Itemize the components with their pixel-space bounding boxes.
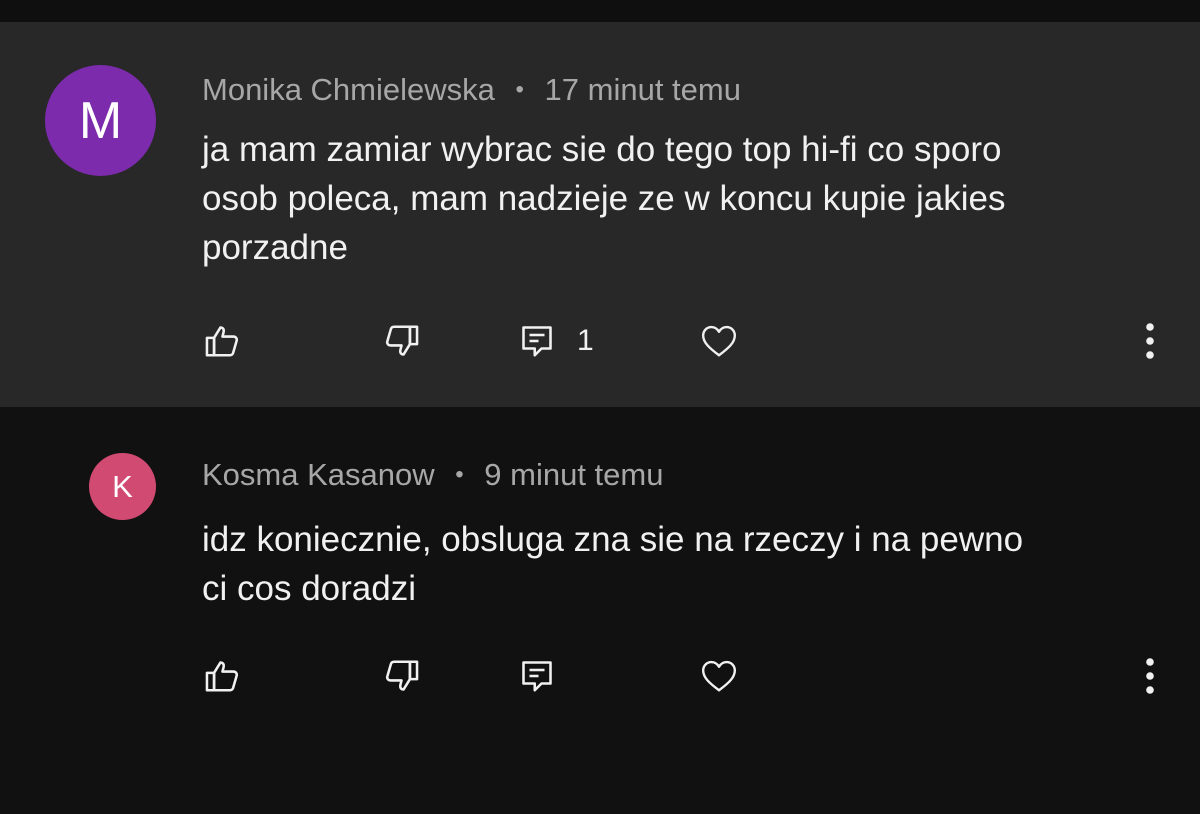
comments-page: M Monika Chmielewska • 17 minut temu ja … <box>0 0 1200 814</box>
heart-icon <box>701 660 737 692</box>
comment-actions: 1 <box>0 316 1200 366</box>
author-name[interactable]: Kosma Kasanow <box>202 457 435 492</box>
avatar-letter: M <box>78 91 123 150</box>
reply-button[interactable] <box>519 651 555 701</box>
top-strip <box>0 0 1200 22</box>
avatar[interactable]: M <box>45 65 156 176</box>
more-options-button[interactable] <box>1136 316 1164 366</box>
dislike-button[interactable] <box>383 651 421 701</box>
meta-separator: • <box>455 461 464 488</box>
avatar-letter: K <box>112 468 133 504</box>
comment-time: 17 minut temu <box>544 72 741 107</box>
comment-text: ja mam zamiar wybrac sie do tego top hi-… <box>202 130 1006 267</box>
like-button[interactable] <box>203 651 241 701</box>
more-options-button[interactable] <box>1136 651 1164 701</box>
meta-separator: • <box>515 76 524 103</box>
reply-button[interactable]: 1 <box>519 316 594 366</box>
thumbs-up-icon <box>205 326 239 357</box>
like-button[interactable] <box>203 316 241 366</box>
reply-count: 1 <box>577 324 594 357</box>
thumbs-down-icon <box>385 325 419 356</box>
heart-button[interactable] <box>699 316 739 366</box>
heart-icon <box>701 325 737 357</box>
thumbs-down-icon <box>385 660 419 691</box>
comment-time: 9 minut temu <box>484 457 664 492</box>
comment-meta: Monika Chmielewska • 17 minut temu <box>202 72 741 108</box>
comment-meta: Kosma Kasanow • 9 minut temu <box>202 457 663 493</box>
comment-icon <box>522 661 552 692</box>
thumbs-up-icon <box>205 661 239 692</box>
heart-button[interactable] <box>699 651 739 701</box>
avatar[interactable]: K <box>89 453 156 520</box>
comment-actions <box>0 651 1200 701</box>
more-vertical-icon <box>1146 323 1154 359</box>
dislike-button[interactable] <box>383 316 421 366</box>
author-name[interactable]: Monika Chmielewska <box>202 72 495 107</box>
more-vertical-icon <box>1146 658 1154 694</box>
comment-text: idz koniecznie, obsluga zna sie na rzecz… <box>202 520 1024 608</box>
comment-icon <box>522 326 552 357</box>
comment-card: M Monika Chmielewska • 17 minut temu ja … <box>0 22 1200 407</box>
reply-card: K Kosma Kasanow • 9 minut temu idz konie… <box>0 407 1200 814</box>
